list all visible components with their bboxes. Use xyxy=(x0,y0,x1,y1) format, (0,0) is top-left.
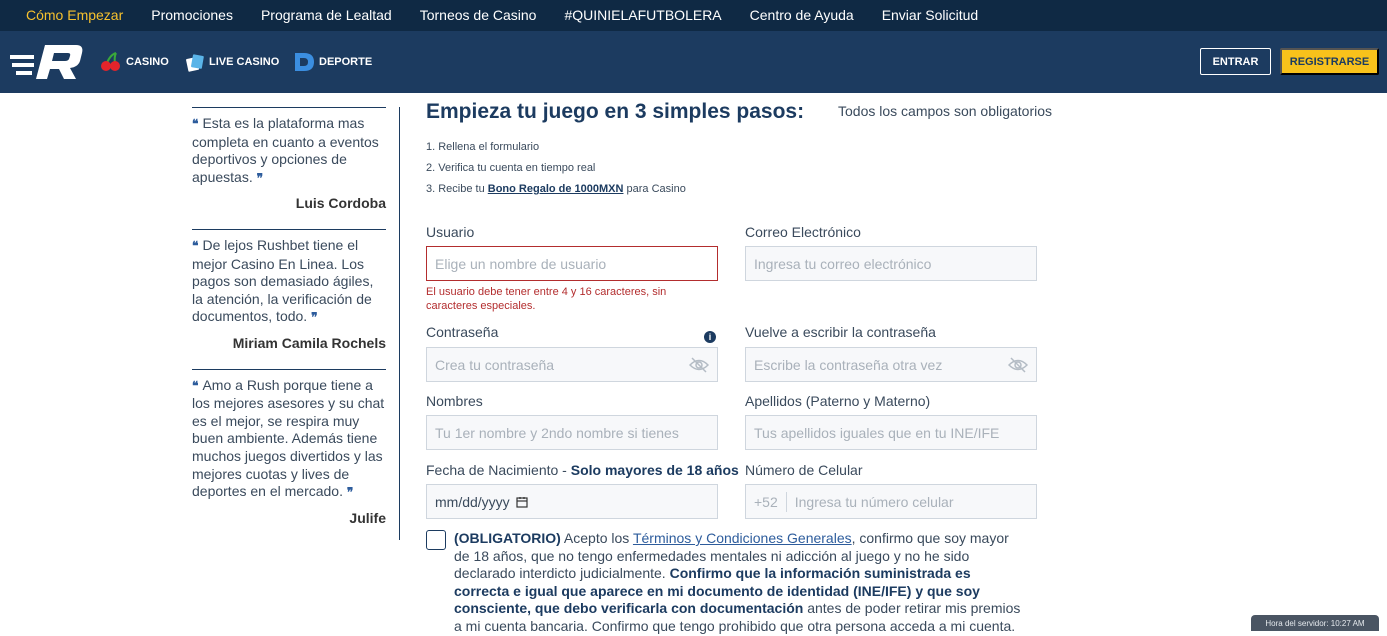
quote-close-icon: ❞ xyxy=(346,485,354,500)
bonus-link[interactable]: Bono Regalo de 1000MXN xyxy=(488,183,624,195)
nav-programa-lealtad[interactable]: Programa de Lealtad xyxy=(247,0,406,31)
nav-torneos-casino[interactable]: Torneos de Casino xyxy=(406,0,551,31)
nav-centro-ayuda[interactable]: Centro de Ayuda xyxy=(736,0,868,31)
info-icon[interactable]: i xyxy=(704,331,716,343)
form-title: Empieza tu juego en 3 simples pasos: xyxy=(426,100,805,123)
names-label: Nombres xyxy=(426,393,483,409)
password-confirm-placeholder: Escribe la contraseña otra vez xyxy=(754,356,943,373)
username-input[interactable]: Elige un nombre de usuario xyxy=(426,246,718,281)
consent-block: (OBLIGATORIO) Acepto los Términos y Cond… xyxy=(426,530,1026,636)
login-button[interactable]: ENTRAR xyxy=(1200,48,1271,75)
email-placeholder: Ingresa tu correo electrónico xyxy=(754,255,932,272)
casino-label: CASINO xyxy=(126,56,169,68)
testimonial-text: De lejos Rushbet tiene el mejor Casino E… xyxy=(192,236,374,325)
terms-link[interactable]: Términos y Condiciones Generales xyxy=(633,530,852,546)
phone-placeholder: Ingresa tu número celular xyxy=(794,493,954,510)
nav-enviar-solicitud[interactable]: Enviar Solicitud xyxy=(868,0,993,31)
testimonial: ❝ Amo a Rush porque tiene a los mejores a… xyxy=(192,368,386,528)
live-casino-label: LIVE CASINO xyxy=(209,56,280,68)
cherries-icon xyxy=(100,51,122,73)
nav-como-empezar[interactable]: Cómo Empezar xyxy=(0,0,137,31)
phone-prefix: +52 xyxy=(754,491,787,512)
live-casino-link[interactable]: LIVE CASINO xyxy=(185,31,279,93)
column-divider xyxy=(399,107,400,540)
password-confirm-label: Vuelve a escribir la contraseña xyxy=(745,324,936,340)
live-casino-icon xyxy=(185,52,205,72)
steps-list: 1. Rellena el formulario 2. Verifica tu … xyxy=(426,137,686,200)
birthdate-value: mm/dd/yyyy xyxy=(435,493,510,510)
consent-checkbox[interactable] xyxy=(426,530,446,550)
testimonial-text: Amo a Rush porque tiene a los mejores as… xyxy=(192,376,385,500)
step-2: 2. Verifica tu cuenta en tiempo real xyxy=(426,162,596,174)
surnames-placeholder: Tus apellidos iguales que en tu INE/IFE xyxy=(754,424,1000,441)
required-note: Todos los campos son obligatorios xyxy=(838,103,1053,119)
deporte-icon xyxy=(293,51,315,73)
surnames-label: Apellidos (Paterno y Materno) xyxy=(745,393,931,409)
quote-close-icon: ❞ xyxy=(311,310,318,325)
server-time-badge: Hora del servidor: 10:27 AM xyxy=(1251,615,1379,631)
phone-input[interactable]: +52 Ingresa tu número celular xyxy=(745,484,1037,519)
testimonial: ❝ Esta es la plataforma mas completa en c… xyxy=(192,107,386,213)
username-placeholder: Elige un nombre de usuario xyxy=(435,255,607,272)
quote-open-icon: ❝ xyxy=(192,378,199,393)
testimonial: ❝ De lejos Rushbet tiene el mejor Casino … xyxy=(192,228,386,353)
birthdate-label: Fecha de Nacimiento - Solo mayores de 18… xyxy=(426,462,739,478)
quote-open-icon: ❝ xyxy=(192,238,199,253)
surnames-input[interactable]: Tus apellidos iguales que en tu INE/IFE xyxy=(745,415,1037,450)
nav-quiniela[interactable]: #QUINIELAFUTBOLERA xyxy=(550,0,735,31)
username-label: Usuario xyxy=(426,224,475,240)
password-placeholder: Crea tu contraseña xyxy=(435,356,555,373)
phone-label: Número de Celular xyxy=(745,462,863,478)
eye-slash-icon[interactable] xyxy=(1008,357,1028,373)
testimonial-author: Miriam Camila Rochels xyxy=(232,334,386,351)
email-input[interactable]: Ingresa tu correo electrónico xyxy=(745,246,1037,281)
deporte-label: DEPORTE xyxy=(319,56,373,68)
names-placeholder: Tu 1er nombre y 2ndo nombre si tienes xyxy=(435,424,679,441)
birthdate-input[interactable]: mm/dd/yyyy xyxy=(426,484,718,519)
testimonial-author: Julife xyxy=(349,509,386,526)
testimonial-author: Luis Cordoba xyxy=(295,195,386,212)
password-input[interactable]: Crea tu contraseña xyxy=(426,347,718,382)
rushbet-logo[interactable] xyxy=(10,43,84,81)
step-3: 3. Recibe tu Bono Regalo de 1000MXN para… xyxy=(426,183,686,195)
casino-link[interactable]: CASINO xyxy=(100,31,169,93)
quote-close-icon: ❞ xyxy=(256,170,264,185)
eye-slash-icon[interactable] xyxy=(689,357,709,373)
password-confirm-input[interactable]: Escribe la contraseña otra vez xyxy=(745,347,1037,382)
password-label: Contraseña xyxy=(426,324,499,340)
main-header: CASINO LIVE CASINO DEPORTE ENTRAR REGIST… xyxy=(0,31,1387,93)
username-error: El usuario debe tener entre 4 y 16 carac… xyxy=(426,286,667,312)
consent-text: (OBLIGATORIO) Acepto los Términos y Cond… xyxy=(454,530,1021,634)
names-input[interactable]: Tu 1er nombre y 2ndo nombre si tienes xyxy=(426,415,718,450)
step-1: 1. Rellena el formulario xyxy=(426,141,540,153)
deporte-link[interactable]: DEPORTE xyxy=(293,31,372,93)
testimonials: ❝ Esta es la plataforma mas completa en c… xyxy=(192,107,386,543)
register-button[interactable]: REGISTRARSE xyxy=(1280,48,1379,75)
quote-open-icon: ❝ xyxy=(192,117,199,131)
email-label: Correo Electrónico xyxy=(745,224,861,240)
top-nav: Cómo Empezar Promociones Programa de Lea… xyxy=(0,0,1387,31)
testimonial-text: Esta es la plataforma mas completa en cu… xyxy=(192,115,379,185)
nav-promociones[interactable]: Promociones xyxy=(137,0,247,31)
calendar-icon[interactable] xyxy=(516,496,528,508)
